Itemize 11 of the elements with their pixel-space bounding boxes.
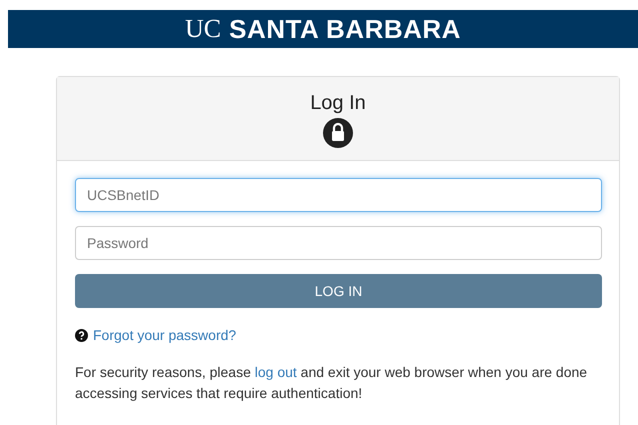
logo-text: UC (185, 16, 222, 42)
card-title: Log In (310, 91, 366, 115)
log-out-link[interactable]: log out (254, 364, 297, 380)
logo-text: SANTA BARBARA (229, 16, 461, 42)
question-icon (75, 329, 88, 342)
input-field[interactable]: Password (75, 226, 602, 260)
lock-icon (323, 118, 353, 148)
forgot-password-link[interactable]: Forgot your password? (93, 325, 236, 346)
input-field[interactable]: UCSBnetID (75, 178, 602, 212)
login-button[interactable]: LOG IN (75, 274, 602, 308)
security-notice: For security reasons, please log out and exit your web browser when you are done accessing services that require authentication! (75, 363, 588, 403)
